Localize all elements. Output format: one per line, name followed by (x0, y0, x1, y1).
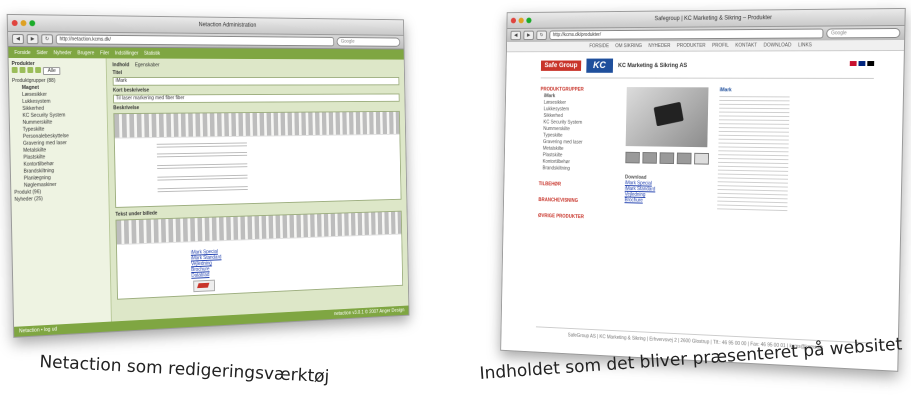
brand-logo (193, 279, 216, 293)
add-icon[interactable] (11, 66, 18, 73)
title-label: Titel (112, 70, 123, 77)
nav-item[interactable]: Brugere (77, 50, 94, 56)
app-body: Produkter Alle Produktgrupper (88) Magne… (8, 57, 409, 327)
title-field[interactable]: iMark (112, 76, 400, 86)
nav-item[interactable]: LINKS (798, 42, 812, 48)
tab-properties[interactable]: Egenskaber (135, 62, 160, 68)
description-editor[interactable] (113, 110, 402, 208)
window-title: Safegroup | KC Marketing & Sikring – Pro… (654, 15, 773, 23)
nav-item[interactable]: Sider (36, 50, 47, 56)
forward-icon[interactable]: ▶ (523, 30, 534, 41)
down-icon[interactable] (35, 67, 42, 74)
editor-tabs: Indhold Egenskaber (112, 62, 399, 68)
nav-item[interactable]: KONTAKT (735, 43, 757, 49)
logout-link[interactable]: Netaction • log ud (19, 326, 57, 334)
content-tree: Produkter Alle Produktgrupper (88) Magne… (8, 57, 112, 327)
version-text: netaction v3.0.1 © 2007 Anger Design (333, 307, 405, 317)
thumbnail[interactable] (659, 152, 675, 165)
editor-panel: Indhold Egenskaber Titel iMark Kort besk… (107, 58, 409, 321)
language-flags[interactable] (849, 61, 875, 67)
short-description-label: Kort beskrivelse (112, 87, 150, 94)
download-links: Download iMark Special iMark Standard Ve… (625, 175, 656, 204)
nav-item[interactable]: PRODUKTER (677, 43, 706, 49)
search-input[interactable]: Google (826, 27, 901, 39)
nav-item[interactable]: PROFIL (712, 43, 729, 49)
text-paragraph (157, 163, 248, 171)
reload-icon[interactable]: ↻ (536, 30, 547, 40)
menu-heading[interactable]: TILBEHØR (539, 181, 600, 189)
kc-logo: KC (586, 58, 613, 73)
menu-item[interactable]: Brandskiltning (539, 165, 600, 173)
zoom-icon[interactable] (29, 20, 36, 27)
company-name: KC Marketing & Sikring AS (618, 62, 688, 69)
thumbnail[interactable] (676, 152, 692, 165)
link[interactable]: Brochure (625, 197, 656, 203)
description-text[interactable] (115, 135, 401, 207)
product-heading: iMark (719, 87, 732, 94)
tree-node[interactable]: Nyheder (25) (14, 195, 105, 204)
minimize-icon[interactable] (518, 17, 524, 24)
caption-editor[interactable]: iMark Special iMark Standard Vejledning … (115, 210, 404, 300)
description-text (717, 96, 790, 215)
caption-left: Netaction som redigeringsværktøj (38, 352, 330, 388)
flag-uk-icon[interactable] (858, 61, 866, 66)
forward-icon[interactable]: ▶ (26, 34, 39, 45)
text-paragraph (156, 151, 248, 160)
nav-item[interactable]: Indstillinger (115, 51, 139, 57)
link[interactable]: Datablad (191, 272, 222, 279)
tree-select[interactable]: Alle (42, 67, 61, 76)
tab-content[interactable]: Indhold (112, 62, 129, 68)
text-paragraph (156, 142, 247, 150)
back-icon[interactable]: ◀ (510, 30, 521, 41)
window-title: Netaction Administration (198, 22, 257, 29)
tree-toolbar: Alle (11, 66, 103, 76)
text-paragraph (157, 186, 248, 195)
window-controls[interactable] (11, 19, 36, 27)
search-input[interactable]: Google (336, 37, 401, 47)
zoom-icon[interactable] (526, 17, 532, 24)
flag-de-icon[interactable] (867, 61, 875, 66)
thumbnail[interactable] (694, 152, 710, 165)
delete-icon[interactable] (19, 66, 26, 73)
product-menu: PRODUKTGRUPPER iMark Læsesikker Lukkesys… (538, 87, 602, 222)
divider (540, 77, 874, 79)
menu-heading[interactable]: BRANCHEVISNING (538, 197, 599, 205)
close-icon[interactable] (510, 17, 517, 24)
nav-item[interactable]: NYHEDER (648, 43, 670, 49)
text-paragraph (157, 174, 248, 183)
link-list: iMark Special iMark Standard Vejledning … (191, 249, 222, 279)
window-controls[interactable] (510, 17, 532, 24)
back-icon[interactable]: ◀ (11, 33, 24, 45)
short-description-field[interactable]: Til laser markering med fiber fiber (112, 93, 400, 104)
minimize-icon[interactable] (20, 20, 27, 27)
nav-item[interactable]: DOWNLOAD (763, 43, 791, 49)
product-description: iMark (717, 87, 790, 215)
caption-text[interactable]: iMark Special iMark Standard Vejledning … (117, 234, 402, 298)
up-icon[interactable] (27, 67, 34, 73)
thumbnail-strip (625, 151, 710, 165)
thumbnail[interactable] (642, 152, 657, 164)
safegroup-logo: Safe Group (540, 60, 581, 71)
nav-item[interactable]: FORSIDE (589, 43, 609, 49)
product-image (625, 87, 709, 148)
nav-item[interactable]: OM SIKRING (615, 43, 642, 49)
close-icon[interactable] (11, 19, 18, 27)
site-brand[interactable]: Safe Group KC KC Marketing & Sikring AS (540, 58, 688, 73)
url-field[interactable]: http://netaction.kcms.dk/ (55, 34, 335, 47)
reload-icon[interactable]: ↻ (41, 34, 54, 45)
netaction-screenshot: Netaction Administration ◀ ▶ ↻ http://ne… (6, 13, 410, 338)
menu-heading[interactable]: ØVRIGE PRODUKTER (538, 213, 599, 221)
nav-item[interactable]: Statistik (144, 51, 160, 57)
flag-dk-icon[interactable] (849, 61, 857, 67)
website-page: FORSIDE OM SIKRING NYHEDER PRODUKTER PRO… (501, 39, 905, 371)
website-screenshot: Safegroup | KC Marketing & Sikring – Pro… (500, 7, 906, 372)
nav-item[interactable]: Forside (14, 50, 30, 56)
description-label: Beskrivelse (113, 105, 140, 112)
thumbnail[interactable] (625, 151, 640, 164)
nav-item[interactable]: Nyheder (53, 50, 71, 56)
nav-item[interactable]: Filer (100, 51, 109, 57)
url-field[interactable]: http://kcms.dk/produkter/ (549, 28, 824, 40)
site-nav: FORSIDE OM SIKRING NYHEDER PRODUKTER PRO… (506, 39, 905, 53)
